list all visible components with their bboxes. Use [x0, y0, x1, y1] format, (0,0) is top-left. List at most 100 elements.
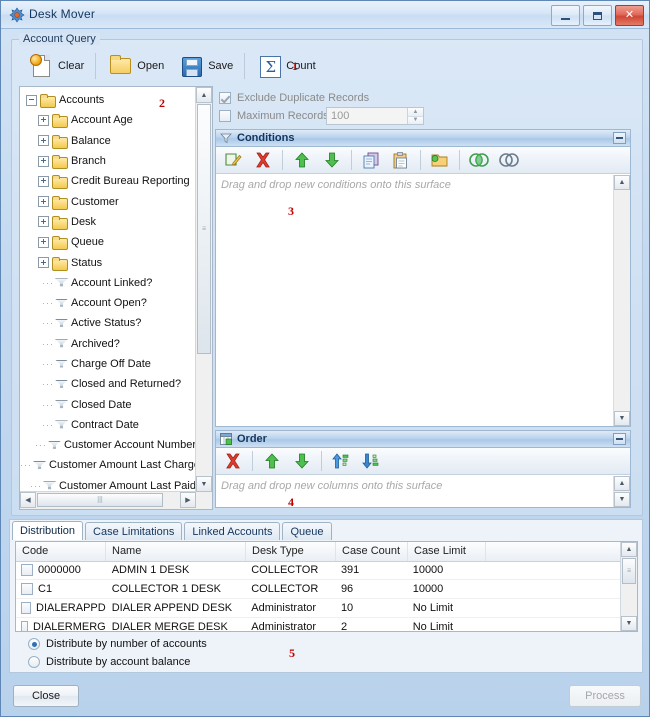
tree-item[interactable]: Customer — [20, 191, 196, 211]
tree-item[interactable]: Balance — [20, 131, 196, 151]
tree-horizontal-scrollbar[interactable]: ◀ ||| ▶ — [20, 491, 196, 509]
tree-item[interactable]: ···Archived? — [20, 334, 196, 354]
maximum-records-checkbox[interactable] — [219, 110, 231, 122]
tree-item[interactable]: Desk — [20, 212, 196, 232]
grid-scroll-thumb[interactable]: ≡ — [622, 558, 636, 584]
open-button[interactable]: Open — [100, 49, 171, 83]
grid-column-header[interactable]: Case Limit — [408, 542, 486, 561]
tree-expander[interactable] — [38, 135, 49, 146]
tree-item[interactable]: ···Customer Amount Last Paid — [20, 476, 196, 492]
tree-item[interactable]: ···Active Status? — [20, 313, 196, 333]
tree-item[interactable]: ···Account Open? — [20, 293, 196, 313]
conditions-scroll-up[interactable]: ▲ — [614, 175, 630, 190]
tree-item[interactable]: ···Closed and Returned? — [20, 374, 196, 394]
order-drop-surface[interactable]: Drag and drop new columns onto this surf… — [216, 476, 630, 507]
table-row[interactable]: 0000000ADMIN 1 DESKCOLLECTOR39110000 — [16, 561, 620, 580]
move-column-up-button[interactable] — [258, 448, 286, 474]
table-row[interactable]: C1COLLECTOR 1 DESKCOLLECTOR9610000 — [16, 580, 620, 599]
count-button[interactable]: Σ Count — [249, 49, 322, 83]
grid-column-header[interactable]: Code — [16, 542, 106, 561]
distribute-by-balance-row[interactable]: Distribute by account balance — [28, 656, 190, 668]
copy-condition-button[interactable] — [357, 147, 385, 173]
maximum-records-stepper[interactable]: 100 ▲▼ — [326, 107, 424, 125]
tree-item[interactable]: Account Age — [20, 110, 196, 130]
grid-column-header[interactable] — [486, 542, 622, 561]
tab-case-limitations[interactable]: Case Limitations — [85, 522, 182, 540]
maximize-icon[interactable] — [583, 5, 612, 26]
stepper-up[interactable]: ▲ — [408, 108, 423, 117]
tree-item[interactable]: Queue — [20, 232, 196, 252]
maximum-records-row[interactable]: Maximum Records — [219, 110, 329, 122]
move-column-down-button[interactable] — [288, 448, 316, 474]
stepper-down[interactable]: ▼ — [408, 117, 423, 125]
tab-distribution[interactable]: Distribution — [12, 521, 83, 540]
grid-scroll-up[interactable]: ▲ — [621, 542, 637, 557]
clear-button[interactable]: Clear — [21, 49, 91, 83]
tree-vertical-scrollbar[interactable]: ▲ ≡ ▼ — [195, 87, 212, 492]
delete-column-button[interactable] — [219, 448, 247, 474]
conditions-collapse-button[interactable] — [613, 132, 626, 144]
delete-condition-button[interactable] — [249, 147, 277, 173]
scroll-thumb[interactable]: ≡ — [197, 104, 211, 354]
account-field-tree[interactable]: AccountsAccount AgeBalanceBranchCredit B… — [19, 86, 213, 510]
tree-expander[interactable] — [38, 196, 49, 207]
move-condition-down-button[interactable] — [318, 147, 346, 173]
grid-column-header[interactable]: Case Count — [336, 542, 408, 561]
tree-expander[interactable] — [38, 156, 49, 167]
sort-ascending-button[interactable] — [327, 448, 355, 474]
order-scroll-down[interactable]: ▼ — [614, 492, 630, 507]
tree-item[interactable]: ···Charge Off Date — [20, 354, 196, 374]
conditions-scroll-down[interactable]: ▼ — [614, 411, 630, 426]
scroll-down-arrow[interactable]: ▼ — [196, 476, 212, 492]
tab-queue[interactable]: Queue — [282, 522, 331, 540]
close-button[interactable]: Close — [13, 685, 79, 707]
conditions-vertical-scrollbar[interactable]: ▲ ▼ — [613, 175, 630, 426]
tree-expander[interactable] — [38, 216, 49, 227]
edit-condition-button[interactable] — [219, 147, 247, 173]
close-icon[interactable]: ✕ — [615, 5, 644, 26]
row-checkbox[interactable] — [21, 583, 33, 595]
tree-expander[interactable] — [38, 176, 49, 187]
order-collapse-button[interactable] — [613, 433, 626, 445]
tree-expander[interactable] — [38, 237, 49, 248]
grid-column-header[interactable]: Name — [106, 542, 246, 561]
tree-item[interactable]: ···Customer Amount Last Charge — [20, 455, 196, 475]
table-row[interactable]: DIALERMERGDIALER MERGE DESKAdministrator… — [16, 618, 620, 631]
scroll-right-arrow[interactable]: ▶ — [180, 492, 196, 508]
order-vertical-scrollbar[interactable]: ▲ ▼ — [613, 476, 630, 507]
sort-descending-button[interactable] — [357, 448, 385, 474]
stepper-arrows[interactable]: ▲▼ — [407, 108, 423, 124]
row-checkbox[interactable] — [21, 602, 31, 614]
row-checkbox[interactable] — [21, 621, 28, 631]
order-scroll-up[interactable]: ▲ — [614, 476, 630, 491]
tree-expander[interactable] — [26, 95, 37, 106]
scroll-left-arrow[interactable]: ◀ — [20, 492, 36, 508]
hscroll-thumb[interactable]: ||| — [37, 493, 163, 507]
desk-grid[interactable]: CodeNameDesk TypeCase CountCase Limit 00… — [15, 541, 638, 632]
row-checkbox[interactable] — [21, 564, 33, 576]
tree-item[interactable]: Branch — [20, 151, 196, 171]
group-or-button[interactable] — [495, 147, 523, 173]
grid-scroll-down[interactable]: ▼ — [621, 616, 637, 631]
distribute-by-number-row[interactable]: Distribute by number of accounts — [28, 638, 207, 650]
tree-item[interactable]: Credit Bureau Reporting — [20, 171, 196, 191]
scroll-up-arrow[interactable]: ▲ — [196, 87, 212, 103]
group-and-button[interactable] — [465, 147, 493, 173]
tree-item[interactable]: ···Account Linked? — [20, 273, 196, 293]
tree-item[interactable]: ···Closed Date — [20, 394, 196, 414]
paste-condition-button[interactable] — [387, 147, 415, 173]
open-condition-group-button[interactable] — [426, 147, 454, 173]
minimize-icon[interactable] — [551, 5, 580, 26]
conditions-drop-surface[interactable]: Drag and drop new conditions onto this s… — [216, 175, 630, 426]
process-button[interactable]: Process — [569, 685, 641, 707]
tree-item[interactable]: Status — [20, 252, 196, 272]
tree-expander[interactable] — [38, 115, 49, 126]
tree-item[interactable]: ···Customer Account Number — [20, 435, 196, 455]
tab-linked-accounts[interactable]: Linked Accounts — [184, 522, 280, 540]
move-condition-up-button[interactable] — [288, 147, 316, 173]
exclude-duplicates-checkbox[interactable] — [219, 92, 231, 104]
table-row[interactable]: DIALERAPPDDIALER APPEND DESKAdministrato… — [16, 599, 620, 618]
distribute-by-balance-radio[interactable] — [28, 656, 40, 668]
grid-column-header[interactable]: Desk Type — [246, 542, 336, 561]
tree-expander[interactable] — [38, 257, 49, 268]
